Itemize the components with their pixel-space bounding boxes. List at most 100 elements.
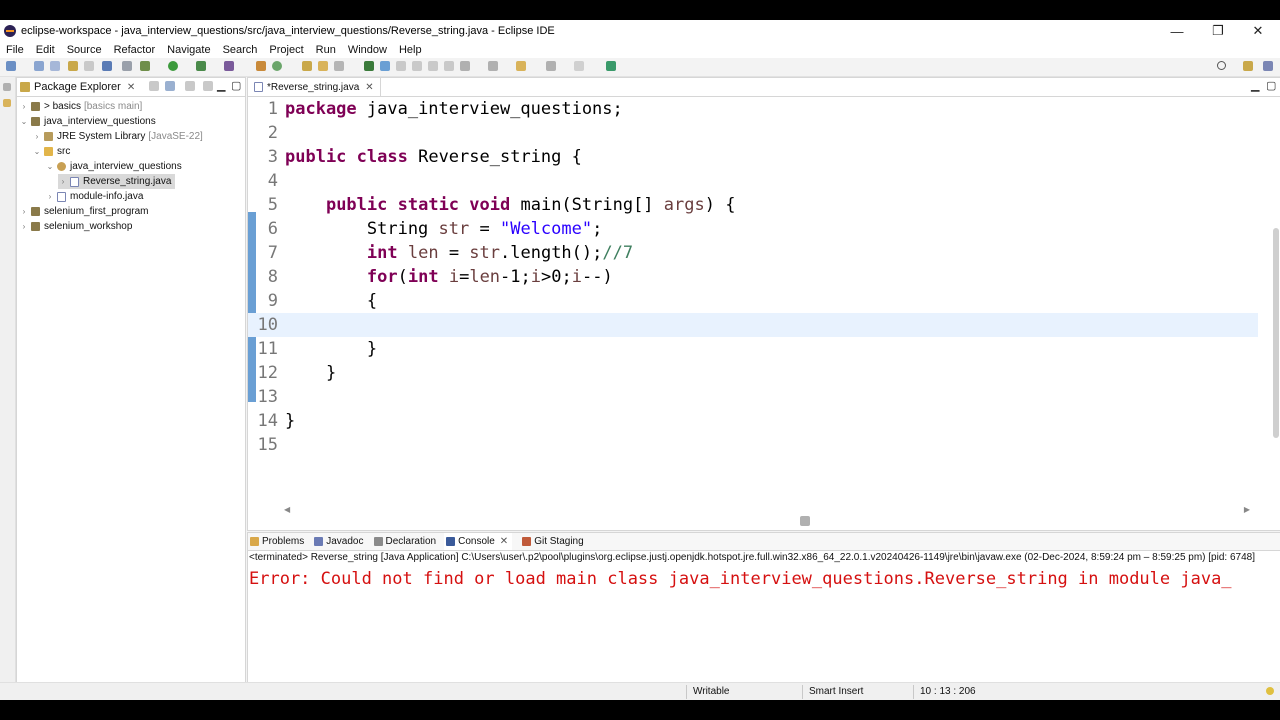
save-all-icon[interactable] [50, 61, 60, 71]
tree-item-jre-system-library[interactable]: › JRE System Library [JavaSE-22] [32, 129, 203, 144]
open-type-icon[interactable] [302, 61, 312, 71]
tree-item-selenium-first-program[interactable]: › selenium_first_program [19, 204, 149, 219]
menu-file[interactable]: File [0, 44, 30, 56]
toggle-icon[interactable] [444, 61, 454, 71]
editor-tab-reverse-string[interactable]: *Reverse_string.java ✕ [248, 78, 381, 96]
tab-problems[interactable]: Problems [248, 536, 304, 547]
code-line[interactable]: 11 } [248, 337, 1258, 361]
code-line[interactable]: 1 package java_interview_questions; [248, 97, 1258, 121]
chevron-right-icon[interactable]: › [19, 222, 29, 231]
pin-icon[interactable] [364, 61, 374, 71]
menu-help[interactable]: Help [393, 44, 428, 56]
show-whitespace-icon[interactable] [412, 61, 422, 71]
package-explorer-tab[interactable]: Package Explorer ✕ ▁ ▢ [17, 78, 245, 97]
close-icon[interactable]: ✕ [365, 82, 373, 93]
code-line[interactable]: 7 int len = str.length();//7 [248, 241, 1258, 265]
restore-view-icon[interactable] [3, 83, 11, 91]
redo-icon[interactable] [84, 61, 94, 71]
view-menu-icon[interactable] [203, 81, 213, 91]
next-annotation-icon[interactable] [460, 61, 470, 71]
tab-git-staging[interactable]: Git Staging [520, 536, 584, 547]
menu-search[interactable]: Search [217, 44, 264, 56]
code-area[interactable]: 1 package java_interview_questions; 2 3 publ… [248, 97, 1273, 517]
highlight-icon[interactable] [380, 61, 390, 71]
close-icon[interactable]: ✕ [500, 536, 508, 547]
minimize-view-icon[interactable]: ▁ [217, 79, 225, 92]
word-wrap-icon[interactable] [428, 61, 438, 71]
code-line[interactable]: 4 [248, 169, 1258, 193]
save-icon[interactable] [34, 61, 44, 71]
collapse-all-icon[interactable] [149, 81, 159, 91]
open-task-icon[interactable] [318, 61, 328, 71]
tab-javadoc[interactable]: Javadoc [312, 536, 364, 547]
menu-window[interactable]: Window [342, 44, 393, 56]
tip-bulb-icon[interactable] [1266, 687, 1274, 695]
code-line[interactable]: 3 public class Reverse_string { [248, 145, 1258, 169]
menu-project[interactable]: Project [263, 44, 309, 56]
code-line[interactable]: 15 [248, 433, 1258, 457]
code-line[interactable]: 9 { [248, 289, 1258, 313]
tree-item-basics[interactable]: › > basics [basics main] [19, 99, 143, 114]
scroll-right-icon[interactable]: ▶ [1244, 505, 1250, 514]
tree-item-selenium-workshop[interactable]: › selenium_workshop [19, 219, 133, 234]
close-icon[interactable]: ✕ [127, 82, 135, 93]
code-line[interactable]: 13 [248, 385, 1258, 409]
menu-run[interactable]: Run [310, 44, 342, 56]
external-tools-icon[interactable] [224, 61, 234, 71]
code-line[interactable]: 2 [248, 121, 1258, 145]
code-line[interactable]: 14} [248, 409, 1258, 433]
tree-item-reverse-string-java[interactable]: › Reverse_string.java [58, 174, 176, 189]
tree-item-module-info[interactable]: › module-info.java [45, 189, 144, 204]
filter-icon[interactable] [185, 81, 195, 91]
terminal-icon[interactable] [102, 61, 112, 71]
search-icon[interactable] [1217, 61, 1226, 70]
code-line[interactable]: 5 public static void main(String[] args)… [248, 193, 1258, 217]
undo-icon[interactable] [68, 61, 78, 71]
tree-item-java-interview-questions-project[interactable]: ⌄ java_interview_questions [19, 114, 156, 129]
tab-declaration[interactable]: Declaration [372, 536, 436, 547]
block-selection-icon[interactable] [396, 61, 406, 71]
run-icon[interactable] [168, 61, 178, 71]
outline-icon[interactable] [3, 99, 11, 107]
code-line[interactable]: 8 for(int i=len-1;i>0;i--) [248, 265, 1258, 289]
code-line[interactable]: 6 String str = "Welcome"; [248, 217, 1258, 241]
link-editor-icon[interactable] [165, 81, 175, 91]
last-edit-icon[interactable] [516, 61, 526, 71]
tab-console[interactable]: Console ✕ [444, 533, 513, 550]
status-insert-mode[interactable]: Smart Insert [809, 686, 863, 697]
menu-source[interactable]: Source [61, 44, 108, 56]
skip-breakpoints-icon[interactable] [122, 61, 132, 71]
java-perspective-icon[interactable] [1263, 61, 1273, 71]
search-toolbar-icon[interactable] [334, 61, 344, 71]
chevron-down-icon[interactable]: ⌄ [32, 147, 42, 156]
horizontal-scrollbar[interactable]: ◀ ▶ [284, 505, 1250, 514]
minimize-button[interactable]: — [1157, 20, 1197, 42]
tree-item-package[interactable]: ⌄ java_interview_questions [45, 159, 182, 174]
chevron-right-icon[interactable]: › [45, 192, 55, 201]
maximize-view-icon[interactable]: ▢ [231, 79, 241, 92]
chevron-down-icon[interactable]: ⌄ [19, 117, 29, 126]
new-class-icon[interactable] [272, 61, 282, 71]
restore-button[interactable]: ❐ [1198, 20, 1238, 42]
code-line[interactable]: 12 } [248, 361, 1258, 385]
new-icon[interactable] [6, 61, 16, 71]
new-java-project-icon[interactable] [256, 61, 266, 71]
back-icon[interactable] [546, 61, 556, 71]
vertical-scrollbar[interactable] [1273, 228, 1279, 438]
previous-annotation-icon[interactable] [488, 61, 498, 71]
chevron-right-icon[interactable]: › [32, 132, 42, 141]
debug-icon[interactable] [140, 61, 150, 71]
chevron-right-icon[interactable]: › [19, 207, 29, 216]
minimize-view-icon[interactable]: ▁ [1251, 79, 1259, 92]
perspective-icon[interactable] [1243, 61, 1253, 71]
terminate-icon[interactable] [800, 516, 810, 526]
menu-refactor[interactable]: Refactor [108, 44, 162, 56]
menu-edit[interactable]: Edit [30, 44, 61, 56]
pin-editor-icon[interactable] [606, 61, 616, 71]
coverage-icon[interactable] [196, 61, 206, 71]
maximize-view-icon[interactable]: ▢ [1266, 79, 1276, 92]
close-window-button[interactable]: ✕ [1238, 20, 1278, 42]
chevron-down-icon[interactable]: ⌄ [45, 162, 55, 171]
forward-icon[interactable] [574, 61, 584, 71]
chevron-right-icon[interactable]: › [58, 177, 68, 186]
